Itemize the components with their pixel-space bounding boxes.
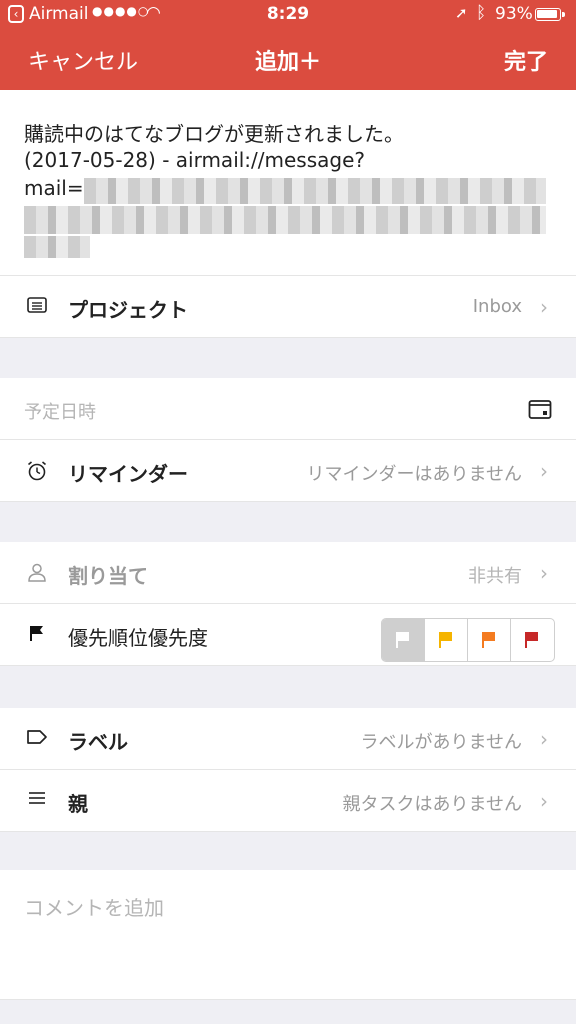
flag-icon [525, 632, 539, 648]
priority-selector[interactable] [381, 618, 555, 662]
priority-label: 優先順位優先度 [68, 626, 208, 650]
priority-option-priority-3[interactable] [425, 619, 468, 661]
flag-icon [26, 624, 48, 646]
comment-field[interactable]: コメントを追加 [0, 870, 576, 1000]
priority-option-priority-2[interactable] [468, 619, 511, 661]
section-gap [0, 338, 576, 378]
flag-icon [396, 632, 410, 648]
task-text-line-1: 購読中のはてなブログが更新されました。 [24, 122, 404, 146]
parent-value: 親タスクはありません [342, 794, 522, 815]
redacted-blur [84, 178, 546, 204]
chevron-right-icon: › [540, 789, 548, 813]
redacted-blur [24, 206, 546, 234]
section-gap [0, 832, 576, 870]
priority-option-priority-4[interactable] [382, 619, 425, 661]
bluetooth-icon: ᛒ [476, 3, 487, 23]
assign-row[interactable]: 割り当て 非共有 › [0, 542, 576, 604]
parent-row[interactable]: 親 親タスクはありません › [0, 770, 576, 832]
project-value: Inbox [472, 296, 522, 317]
labels-label: ラベル [68, 730, 128, 754]
reminder-row[interactable]: リマインダー リマインダーはありません › [0, 440, 576, 502]
redacted-blur [24, 236, 90, 258]
location-icon: ➚ [455, 4, 468, 22]
section-gap [0, 666, 576, 708]
labels-value: ラベルがありません [360, 732, 522, 753]
task-content-field[interactable]: 購読中のはてなブログが更新されました。 (2017-05-28) - airma… [0, 90, 576, 276]
add-title: 追加＋ [254, 50, 321, 75]
done-button[interactable]: 完了 [504, 44, 548, 76]
list-lines-icon [26, 790, 48, 812]
reminder-value: リマインダーはありません [306, 464, 522, 485]
label-tag-icon [26, 728, 48, 750]
status-bar: ‹ Airmail ●●●●○ ◠ 8:29 ➚ ᛒ 93% [0, 0, 576, 30]
task-text-line-2: (2017-05-28) - airmail://message? [24, 148, 366, 172]
person-icon [26, 562, 48, 584]
task-text-line-3: mail= [24, 176, 84, 200]
inbox-icon [26, 296, 48, 318]
assign-label: 割り当て [68, 564, 148, 588]
due-date-row[interactable]: 予定日時 [0, 378, 576, 440]
parent-label: 親 [68, 792, 88, 816]
priority-option-priority-1[interactable] [511, 619, 554, 661]
battery-icon [535, 8, 565, 21]
battery-percent: 93% [495, 4, 533, 24]
chevron-right-icon: › [540, 561, 548, 585]
comment-placeholder: コメントを追加 [24, 896, 164, 920]
chevron-right-icon: › [540, 727, 548, 751]
flag-icon [439, 632, 453, 648]
section-gap [0, 502, 576, 542]
chevron-right-icon: › [540, 459, 548, 483]
flag-icon [482, 632, 496, 648]
reminder-label: リマインダー [68, 462, 188, 486]
clock: 8:29 [266, 4, 310, 24]
assign-value: 非共有 [468, 566, 522, 587]
due-date-placeholder: 予定日時 [24, 402, 96, 423]
project-label: プロジェクト [68, 298, 188, 322]
alarm-clock-icon [26, 460, 48, 482]
chevron-right-icon: › [540, 295, 548, 319]
header: ‹ Airmail ●●●●○ ◠ 8:29 ➚ ᛒ 93% キャンセル 追加＋… [0, 0, 576, 90]
calendar-icon[interactable] [528, 398, 552, 420]
project-row[interactable]: プロジェクト Inbox › [0, 276, 576, 338]
priority-row: 優先順位優先度 [0, 604, 576, 666]
labels-row[interactable]: ラベル ラベルがありません › [0, 708, 576, 770]
